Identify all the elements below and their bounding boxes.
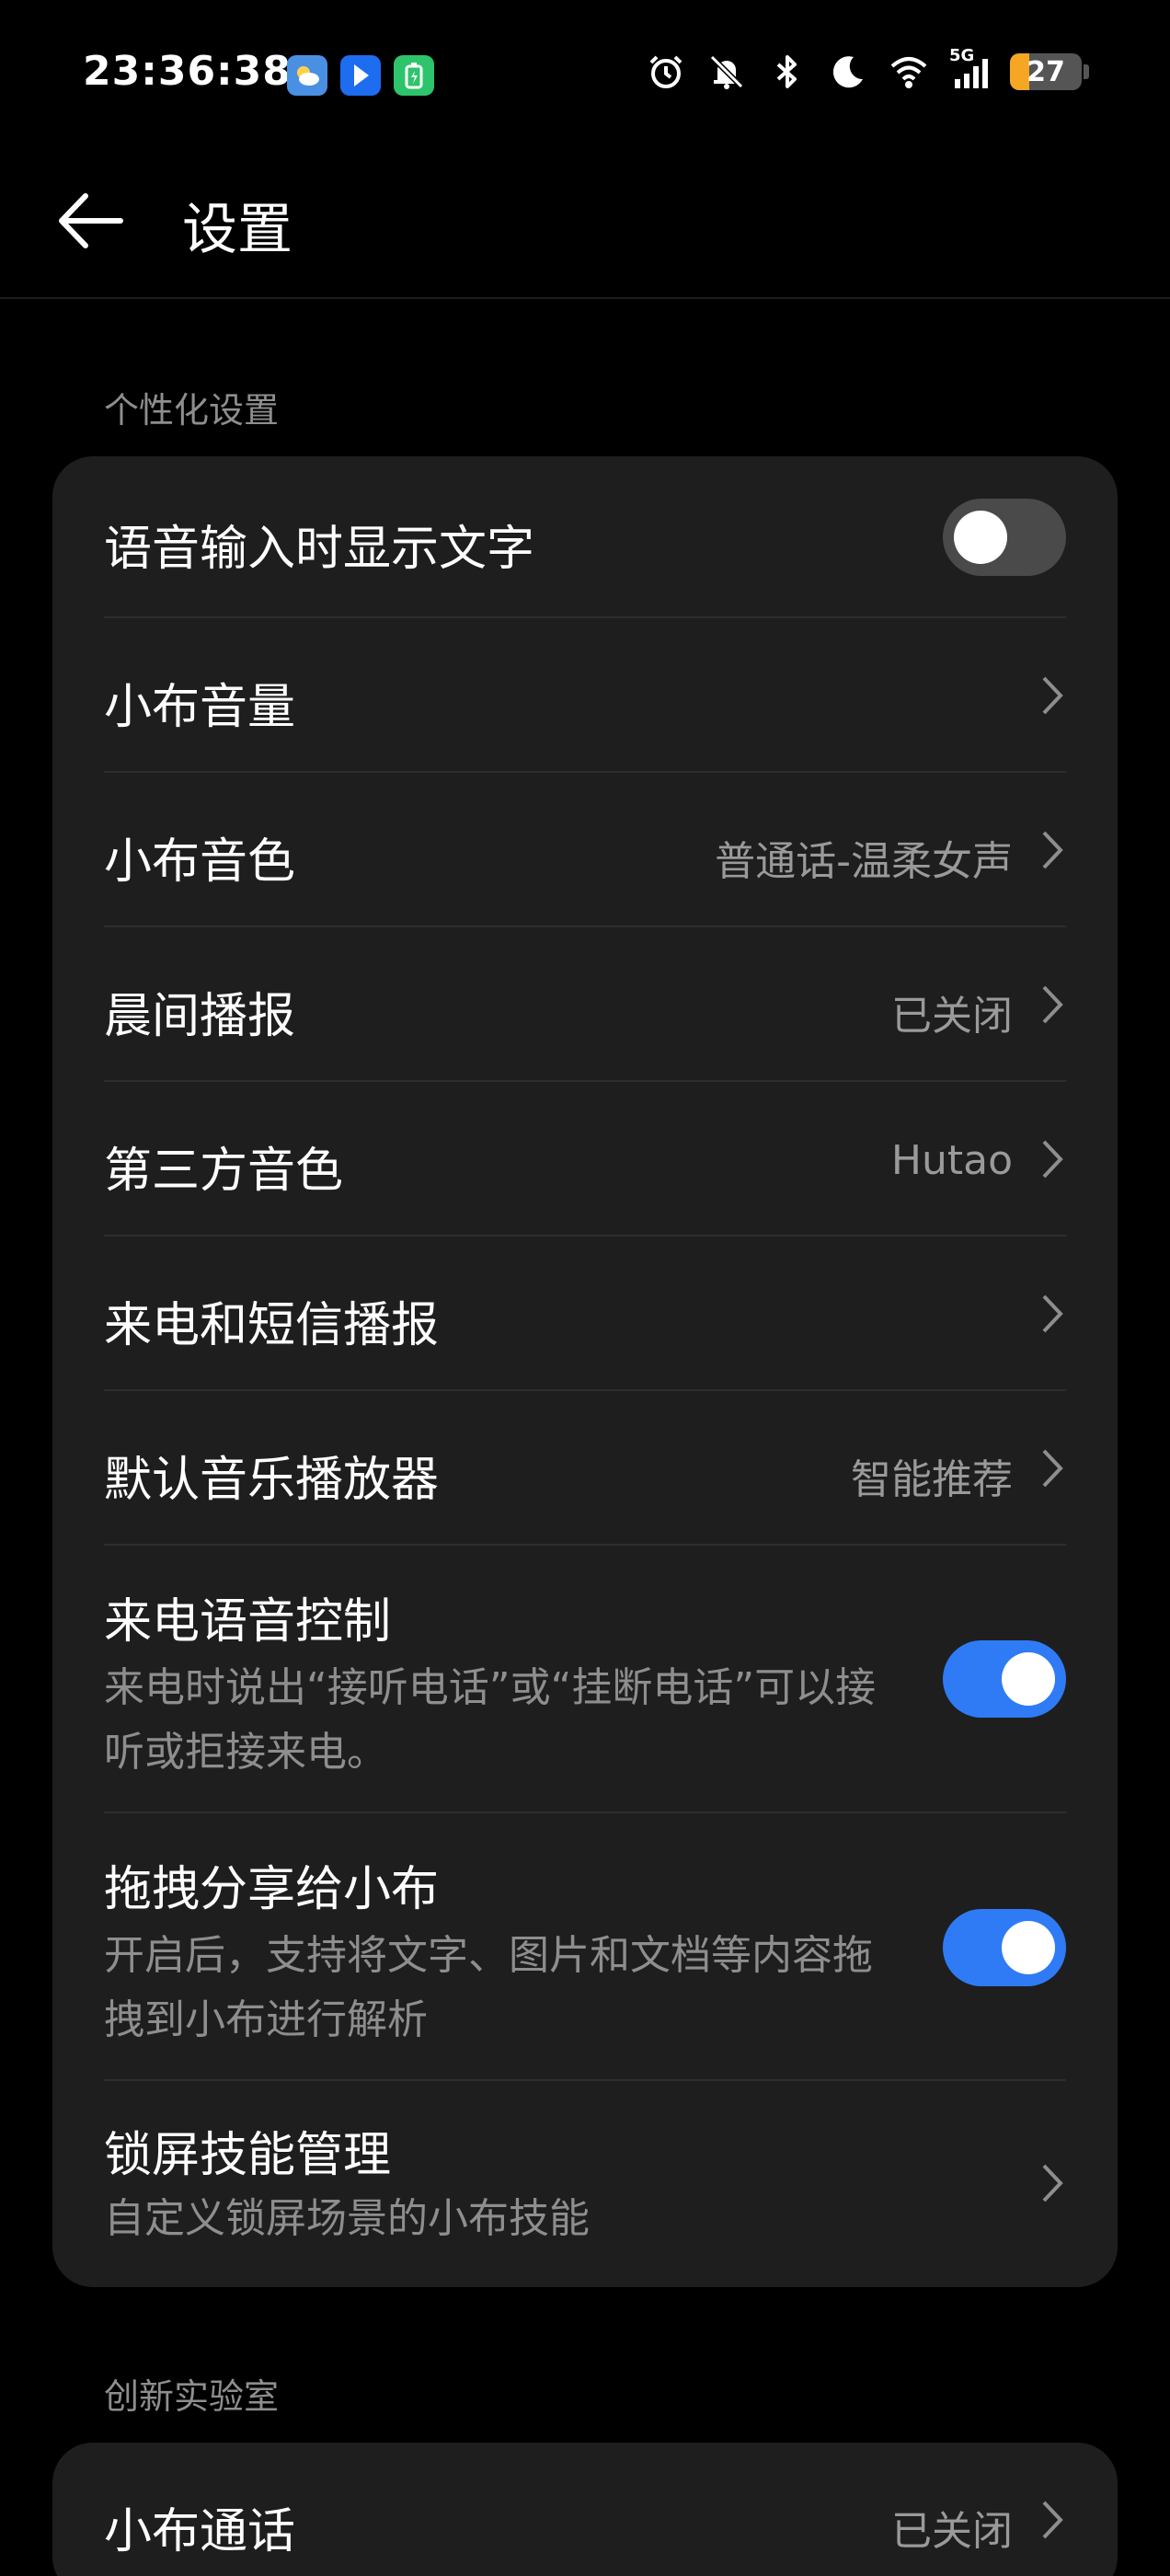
- setting-drag-share: 拖拽分享给小布 开启后，支持将文字、图片和文档等内容拖拽到小布进行解析: [104, 1813, 1066, 2081]
- row-title: 小布通话: [104, 2504, 296, 2559]
- arrow-left-icon: [59, 193, 123, 248]
- row-value: 普通话-温柔女声: [715, 838, 1013, 885]
- battery-icon: 27: [1010, 53, 1089, 90]
- row-value: 已关闭: [891, 993, 1013, 1040]
- chevron-right-icon: [1038, 2497, 1066, 2543]
- row-title: 锁屏技能管理: [104, 2128, 392, 2183]
- row-value: 已关闭: [891, 2508, 1013, 2555]
- chevron-right-icon: [1038, 2160, 1066, 2206]
- app-header: 设置: [0, 152, 1170, 299]
- row-title: 小布音量: [104, 680, 296, 735]
- chevron-right-icon: [1038, 827, 1066, 873]
- toggle-knob: [1002, 1652, 1055, 1706]
- toggle-drag-share[interactable]: [943, 1909, 1066, 1986]
- row-subtitle: 来电时说出“接听电话”或“挂断电话”可以接听或拒接来电。: [104, 1664, 877, 1776]
- battery-body: 27: [1010, 53, 1082, 90]
- toggle-show-text[interactable]: [943, 499, 1066, 576]
- mute-icon: [706, 50, 747, 94]
- row-value: Hutao: [890, 1137, 1013, 1184]
- chevron-right-icon: [1038, 982, 1066, 1028]
- chevron-right-icon: [1038, 673, 1066, 719]
- setting-xiaobu-voice[interactable]: 小布音色 普通话-温柔女声: [104, 773, 1066, 927]
- row-subtitle: 开启后，支持将文字、图片和文档等内容拖拽到小布进行解析: [104, 1932, 873, 2043]
- system-icons: 5G 27: [646, 46, 1089, 94]
- toggle-knob: [1002, 1921, 1055, 1974]
- battery-nub: [1084, 64, 1089, 79]
- row-subtitle: 自定义锁屏场景的小布技能: [104, 2195, 590, 2242]
- setting-default-music-player[interactable]: 默认音乐播放器 智能推荐: [104, 1391, 1066, 1546]
- weather-icon: [287, 55, 327, 96]
- toggle-knob: [954, 511, 1007, 564]
- do-not-disturb-icon: [828, 50, 868, 94]
- network-label: 5G: [949, 46, 975, 65]
- row-title: 小布音色: [104, 834, 296, 890]
- personalization-card: 语音输入时显示文字 小布音量 小布音色 普通话-温柔女声 晨间播报 已关闭 第三…: [52, 456, 1118, 2287]
- setting-morning-broadcast[interactable]: 晨间播报 已关闭: [104, 927, 1066, 1082]
- setting-call-voice-control: 来电语音控制 来电时说出“接听电话”或“挂断电话”可以接听或拒接来电。: [104, 1546, 1066, 1813]
- setting-lockscreen-skills[interactable]: 锁屏技能管理 自定义锁屏场景的小布技能: [104, 2081, 1066, 2287]
- app-icon: [340, 55, 381, 96]
- alarm-icon: [646, 50, 686, 94]
- battery-level: 27: [1027, 55, 1065, 88]
- chevron-right-icon: [1038, 1136, 1066, 1182]
- row-value: 智能推荐: [851, 1456, 1013, 1503]
- battery-saver-icon: [394, 55, 434, 96]
- cellular-icon: 5G: [949, 46, 990, 94]
- bluetooth-icon: [767, 50, 808, 94]
- row-title: 第三方音色: [104, 1144, 344, 1199]
- status-time: 23:36:38: [83, 48, 292, 95]
- row-title: 来电语音控制: [104, 1594, 392, 1650]
- setting-xiaobu-volume[interactable]: 小布音量: [104, 618, 1066, 773]
- setting-call-sms-broadcast[interactable]: 来电和短信播报: [104, 1236, 1066, 1391]
- status-bar: 23:36:38 5G 27: [0, 0, 1170, 152]
- page-title: 设置: [182, 198, 292, 262]
- section-label-lab: 创新实验室: [104, 2376, 280, 2417]
- lab-card: 小布通话 已关闭: [52, 2443, 1118, 2576]
- wifi-icon: [889, 50, 929, 94]
- back-button[interactable]: [48, 179, 131, 262]
- setting-xiaobu-call[interactable]: 小布通话 已关闭: [104, 2443, 1066, 2576]
- section-label-personalization: 个性化设置: [104, 390, 280, 431]
- chevron-right-icon: [1038, 1445, 1066, 1491]
- setting-show-text-on-voice-input: 语音输入时显示文字: [104, 456, 1066, 618]
- notification-icons: [287, 55, 434, 96]
- toggle-call-voice-control[interactable]: [943, 1640, 1066, 1718]
- row-title: 来电和短信播报: [104, 1298, 440, 1353]
- row-title: 语音输入时显示文字: [104, 522, 535, 577]
- row-title: 拖拽分享给小布: [104, 1862, 440, 1917]
- chevron-right-icon: [1038, 1291, 1066, 1337]
- setting-third-party-voice[interactable]: 第三方音色 Hutao: [104, 1082, 1066, 1236]
- row-title: 默认音乐播放器: [104, 1453, 440, 1508]
- row-title: 晨间播报: [104, 989, 296, 1044]
